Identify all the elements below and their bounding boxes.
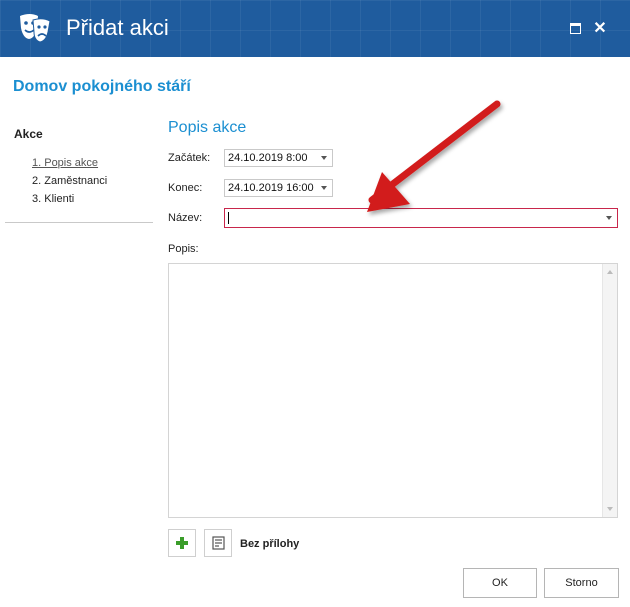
organization-name: Domov pokojného stáří (13, 78, 191, 95)
theater-masks-icon (20, 14, 51, 43)
attachment-list-button[interactable] (204, 529, 232, 557)
add-attachment-button[interactable] (168, 529, 196, 557)
description-textarea[interactable] (168, 263, 618, 518)
scroll-up-icon[interactable] (607, 270, 613, 274)
name-combobox[interactable] (224, 208, 618, 228)
chevron-down-icon[interactable] (606, 216, 612, 220)
chevron-down-icon (321, 156, 327, 160)
name-label: Název: (168, 212, 203, 224)
start-datetime-select[interactable]: 24.10.2019 8:00 (224, 149, 333, 167)
close-icon[interactable]: ✕ (590, 18, 610, 38)
description-label: Popis: (168, 243, 199, 255)
nav-item-zamestnanci[interactable]: 2. Zaměstnanci (32, 175, 107, 187)
ok-button[interactable]: OK (463, 568, 537, 598)
nav-title: Akce (14, 127, 43, 141)
text-cursor (228, 212, 229, 224)
window-title: Přidat akci (66, 15, 169, 40)
start-datetime-value: 24.10.2019 8:00 (228, 152, 308, 164)
nav-item-klienti[interactable]: 3. Klienti (32, 193, 74, 205)
title-bar: Přidat akci ✕ (0, 0, 630, 57)
end-label: Konec: (168, 182, 203, 194)
end-datetime-value: 24.10.2019 16:00 (228, 182, 314, 194)
nav-divider (5, 222, 153, 223)
scroll-down-icon[interactable] (607, 507, 613, 511)
section-title: Popis akce (168, 119, 247, 136)
maximize-icon[interactable] (565, 18, 585, 38)
chevron-down-icon (321, 186, 327, 190)
cancel-button[interactable]: Storno (544, 568, 619, 598)
description-scrollbar[interactable] (602, 264, 617, 517)
nav-item-popis-akce[interactable]: 1. Popis akce (32, 157, 98, 169)
attachment-status: Bez přílohy (240, 538, 300, 550)
document-icon (211, 536, 225, 550)
plus-icon (176, 537, 188, 549)
end-datetime-select[interactable]: 24.10.2019 16:00 (224, 179, 333, 197)
start-label: Začátek: (168, 152, 211, 164)
